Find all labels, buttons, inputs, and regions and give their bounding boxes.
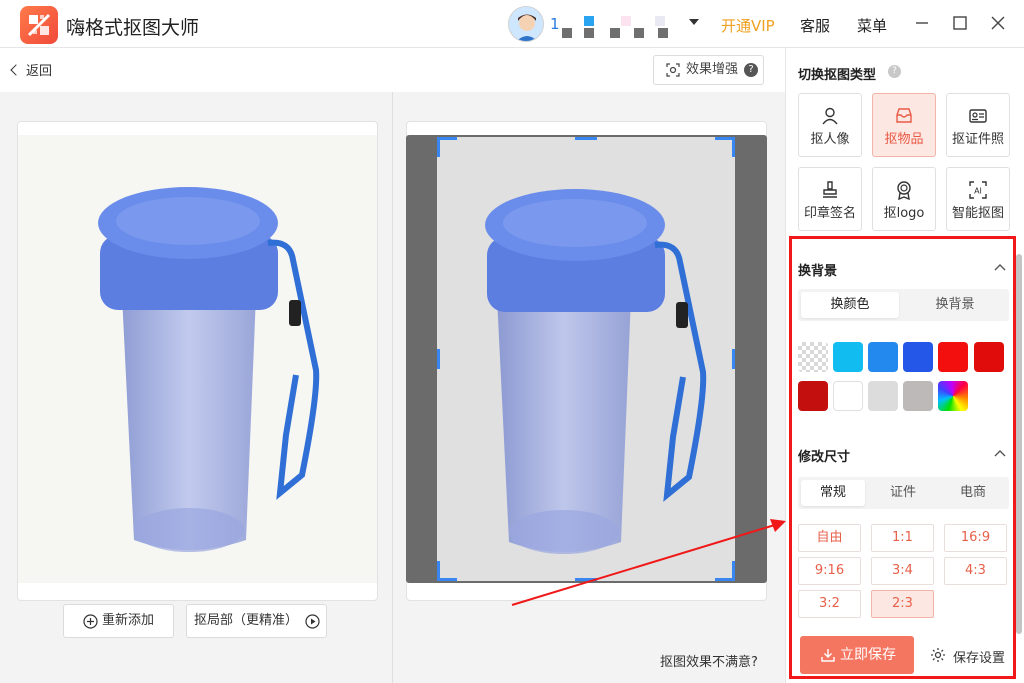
badge-icon bbox=[897, 181, 911, 200]
cutout-type-help-icon[interactable]: ? bbox=[888, 65, 901, 78]
re-add-button[interactable]: 重新添加 bbox=[63, 604, 174, 638]
maximize-icon[interactable] bbox=[949, 12, 971, 34]
svg-text:AI: AI bbox=[974, 187, 982, 196]
re-add-label: 重新添加 bbox=[102, 613, 155, 628]
account-dropdown-icon[interactable] bbox=[689, 19, 699, 25]
download-icon bbox=[821, 649, 835, 662]
swatch-transparent[interactable] bbox=[798, 342, 828, 372]
cutout-type-title: 切换抠图类型 bbox=[798, 68, 877, 83]
swatch-sky-blue[interactable] bbox=[833, 342, 863, 372]
type-object-label: 抠物品 bbox=[884, 132, 924, 147]
minimize-icon[interactable] bbox=[911, 12, 933, 34]
save-settings-button[interactable]: 保存设置 bbox=[930, 647, 1005, 666]
plus-circle-icon bbox=[83, 614, 98, 629]
chevron-up-icon[interactable] bbox=[994, 263, 1006, 271]
tab-change-background[interactable]: 换背景 bbox=[905, 292, 1005, 318]
type-stamp-button[interactable]: 印章签名 bbox=[798, 167, 862, 231]
app-title: 嗨格式抠图大师 bbox=[66, 17, 200, 39]
ai-icon: AI bbox=[969, 181, 987, 199]
enhance-label: 效果增强 bbox=[686, 62, 739, 77]
box-icon bbox=[896, 108, 912, 123]
type-smart-label: 智能抠图 bbox=[951, 206, 1004, 221]
ratio-3-2[interactable]: 3:2 bbox=[798, 590, 861, 618]
type-id-photo-label: 抠证件照 bbox=[951, 132, 1004, 147]
save-now-label: 立即保存 bbox=[840, 647, 896, 663]
stamp-icon bbox=[823, 181, 837, 198]
swatch-custom-color[interactable] bbox=[938, 381, 968, 411]
save-now-button[interactable]: 立即保存 bbox=[800, 636, 914, 674]
partial-cutout-button[interactable]: 抠局部（更精准） bbox=[186, 604, 327, 638]
background-tabs: 换颜色 换背景 bbox=[798, 289, 1009, 321]
resize-title: 修改尺寸 bbox=[798, 450, 851, 465]
swatch-royal-blue[interactable] bbox=[903, 342, 933, 372]
type-object-button[interactable]: 抠物品 bbox=[872, 93, 936, 157]
ratio-1-1[interactable]: 1:1 bbox=[871, 524, 934, 552]
back-button[interactable]: 返回 bbox=[10, 60, 53, 79]
tab-change-color[interactable]: 换颜色 bbox=[801, 292, 899, 318]
panel-scrollbar[interactable] bbox=[1016, 254, 1022, 634]
swatch-light-gray[interactable] bbox=[868, 381, 898, 411]
canvas-divider bbox=[392, 92, 393, 683]
type-logo-button[interactable]: 抠logo bbox=[872, 167, 936, 231]
swatch-red[interactable] bbox=[938, 342, 968, 372]
app-logo-icon bbox=[20, 6, 58, 44]
type-stamp-label: 印章签名 bbox=[803, 206, 856, 221]
customer-service-link[interactable]: 客服 bbox=[800, 15, 830, 36]
tab-regular[interactable]: 常规 bbox=[801, 480, 865, 506]
type-portrait-button[interactable]: 抠人像 bbox=[798, 93, 862, 157]
original-image bbox=[18, 135, 377, 583]
unsatisfied-link[interactable]: 抠图效果不满意? bbox=[660, 651, 758, 670]
close-icon[interactable] bbox=[987, 12, 1009, 34]
chevron-up-icon[interactable] bbox=[994, 449, 1006, 457]
gear-icon bbox=[931, 648, 945, 662]
type-logo-label: 抠logo bbox=[883, 206, 925, 221]
ratio-4-3[interactable]: 4:3 bbox=[944, 557, 1007, 585]
swatch-gray[interactable] bbox=[903, 381, 933, 411]
ratio-9-16[interactable]: 9:16 bbox=[798, 557, 861, 585]
type-id-photo-button[interactable]: 抠证件照 bbox=[946, 93, 1010, 157]
partial-cutout-label: 抠局部（更精准） bbox=[194, 613, 299, 628]
ratio-3-4[interactable]: 3:4 bbox=[871, 557, 934, 585]
swatch-blue[interactable] bbox=[868, 342, 898, 372]
chevron-left-icon bbox=[10, 64, 22, 76]
ratio-16-9[interactable]: 16:9 bbox=[944, 524, 1007, 552]
swatch-dark-red[interactable] bbox=[798, 381, 828, 411]
change-background-title: 换背景 bbox=[798, 264, 838, 279]
type-portrait-label: 抠人像 bbox=[810, 132, 850, 147]
tab-id[interactable]: 证件 bbox=[871, 480, 935, 506]
swatch-white[interactable] bbox=[833, 381, 863, 411]
menu-link[interactable]: 菜单 bbox=[857, 15, 887, 36]
enhance-button[interactable]: 效果增强 ? bbox=[653, 55, 764, 85]
tab-ecommerce[interactable]: 电商 bbox=[941, 480, 1005, 506]
open-vip-link[interactable]: 开通VIP bbox=[721, 15, 775, 36]
type-smart-button[interactable]: AI 智能抠图 bbox=[946, 167, 1010, 231]
user-id: 1 bbox=[550, 15, 561, 33]
result-image bbox=[485, 189, 707, 554]
user-avatar[interactable] bbox=[508, 6, 544, 42]
swatch-crimson[interactable] bbox=[974, 342, 1004, 372]
person-icon bbox=[822, 107, 838, 125]
back-label: 返回 bbox=[26, 64, 53, 79]
save-settings-label: 保存设置 bbox=[953, 651, 1006, 666]
play-circle-icon bbox=[305, 614, 320, 629]
focus-icon bbox=[666, 63, 680, 77]
ratio-2-3[interactable]: 2:3 bbox=[871, 590, 934, 618]
size-tabs: 常规 证件 电商 bbox=[798, 477, 1009, 509]
id-card-icon bbox=[969, 109, 987, 123]
ratio-free[interactable]: 自由 bbox=[798, 524, 861, 552]
crop-area[interactable] bbox=[437, 137, 735, 581]
enhance-help-icon[interactable]: ? bbox=[744, 63, 758, 77]
